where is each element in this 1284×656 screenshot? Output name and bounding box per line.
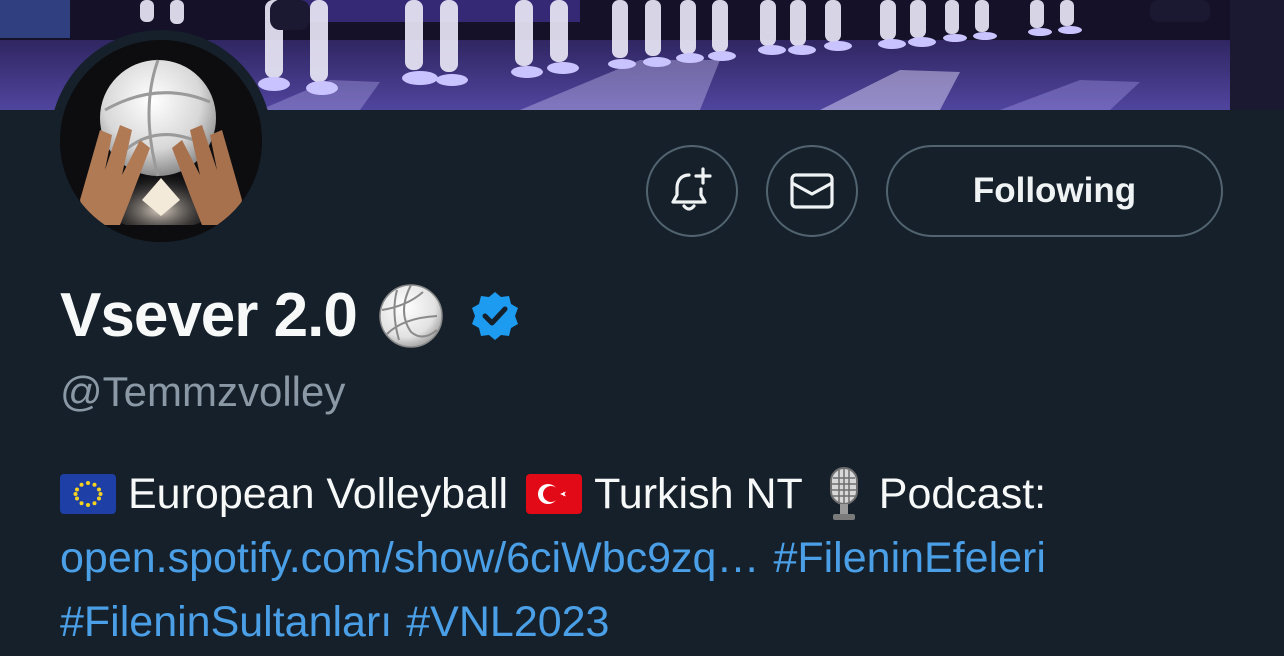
- bio-text-european-volleyball: European Volleyball: [128, 470, 509, 518]
- bell-plus-icon: [671, 167, 712, 211]
- bio-line-3: #FileninSultanları #VNL2023: [60, 590, 1260, 654]
- profile-name-row: Vsever 2.0: [60, 280, 521, 352]
- following-button[interactable]: Following: [886, 145, 1223, 237]
- profile-page: Following Vsever 2.0 @Temmzvolley Europe…: [0, 0, 1284, 656]
- bio-line-2: open.spotify.com/show/6ciWbc9zq… #Fileni…: [60, 526, 1260, 590]
- bio-line-1: European Volleyball Turkish NT Podcast:: [60, 462, 1260, 526]
- volleyball-icon: [379, 284, 443, 348]
- bio-text-turkish-nt: Turkish NT: [594, 470, 803, 518]
- message-button[interactable]: [766, 145, 858, 237]
- eu-flag-icon: [60, 474, 116, 514]
- profile-avatar[interactable]: [50, 30, 272, 252]
- notifications-toggle-button[interactable]: [646, 145, 738, 237]
- profile-handle: @Temmzvolley: [60, 368, 346, 415]
- hashtag-fileninsultanlari-link[interactable]: #FileninSultanları: [60, 590, 392, 654]
- envelope-icon: [790, 173, 834, 209]
- spotify-podcast-link[interactable]: open.spotify.com/show/6ciWbc9zq…: [60, 526, 759, 590]
- turkey-flag-icon: [526, 474, 583, 514]
- verified-badge-icon: [471, 292, 518, 340]
- hashtag-fileninefeleri-link[interactable]: #FileninEfeleri: [773, 526, 1045, 590]
- profile-bio: European Volleyball Turkish NT Podcast: …: [60, 462, 1260, 654]
- hashtag-vnl2023-link[interactable]: #VNL2023: [406, 590, 609, 654]
- display-name: Vsever 2.0: [60, 281, 358, 350]
- bio-text-podcast: Podcast:: [878, 470, 1047, 518]
- microphone-icon: [829, 467, 858, 520]
